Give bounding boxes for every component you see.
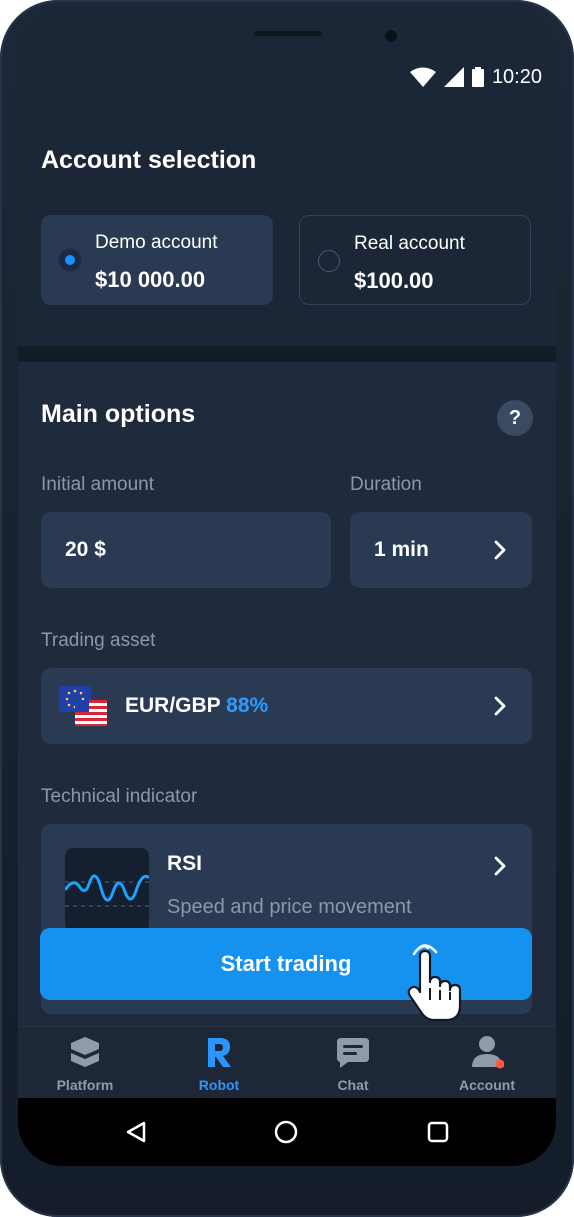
demo-account-card[interactable]: Demo account $10 000.00 <box>41 215 273 305</box>
duration-field[interactable]: 1 min <box>350 512 532 588</box>
wifi-icon <box>409 67 436 87</box>
real-account-label: Real account <box>354 233 465 254</box>
nav-account-label: Account <box>459 1077 515 1093</box>
trading-asset-label: Trading asset <box>41 630 156 651</box>
demo-account-label: Demo account <box>95 232 218 253</box>
rsi-chart-icon <box>65 848 149 932</box>
nav-platform[interactable]: Platform <box>18 1027 152 1099</box>
technical-indicator-label: Technical indicator <box>41 786 198 807</box>
section-divider <box>18 346 556 362</box>
nav-account[interactable]: Account <box>420 1027 554 1099</box>
demo-account-radio[interactable] <box>59 249 81 271</box>
initial-amount-value: 20 $ <box>65 538 106 561</box>
recents-icon[interactable] <box>426 1120 450 1144</box>
real-account-card[interactable]: Real account $100.00 <box>299 215 531 305</box>
nav-platform-label: Platform <box>56 1077 114 1093</box>
account-selection-section: 10:20 Account selection Demo account $10… <box>18 8 556 346</box>
real-account-amount: $100.00 <box>354 268 434 293</box>
help-button[interactable]: ? <box>497 400 533 436</box>
nav-robot-label: Robot <box>198 1077 240 1093</box>
system-navigation-bar <box>18 1098 556 1166</box>
initial-amount-label: Initial amount <box>41 474 155 495</box>
asset-payout: 88% <box>226 694 269 717</box>
indicator-name: RSI <box>167 852 203 875</box>
eur-gbp-flags-icon <box>59 686 107 726</box>
front-camera <box>385 30 397 42</box>
earpiece-speaker <box>254 31 322 36</box>
robot-icon <box>208 1038 231 1067</box>
demo-account-amount: $10 000.00 <box>95 267 206 292</box>
chevron-right-icon <box>494 856 506 876</box>
real-account-radio[interactable] <box>318 250 340 272</box>
chat-icon <box>337 1038 369 1068</box>
home-icon[interactable] <box>274 1120 298 1144</box>
phone-frame: 10:20 Account selection Demo account $10… <box>0 0 574 1217</box>
main-options-title: Main options <box>41 400 196 428</box>
nav-chat-label: Chat <box>337 1077 369 1093</box>
bottom-navigation: Platform Robot Chat Account <box>18 1026 556 1099</box>
platform-icon <box>71 1037 99 1067</box>
nav-chat[interactable]: Chat <box>286 1027 420 1099</box>
clock: 10:20 <box>491 65 542 88</box>
initial-amount-field[interactable]: 20 $ <box>41 512 331 588</box>
asset-pair: EUR/GBP <box>125 694 221 717</box>
trading-asset-field[interactable]: EUR/GBP 88% <box>41 668 532 744</box>
chevron-right-icon <box>494 696 506 716</box>
duration-value: 1 min <box>374 538 429 561</box>
screen: 10:20 Account selection Demo account $10… <box>18 8 556 1166</box>
duration-label: Duration <box>350 474 422 495</box>
chevron-right-icon <box>494 540 506 560</box>
battery-icon <box>471 67 484 87</box>
status-bar: 10:20 <box>409 64 542 90</box>
pointer-hand-icon <box>407 944 462 1022</box>
nav-robot[interactable]: Robot <box>152 1027 286 1099</box>
account-selection-title: Account selection <box>41 146 257 174</box>
account-icon <box>472 1036 504 1069</box>
back-icon[interactable] <box>124 1120 148 1144</box>
trading-asset-value: EUR/GBP 88% <box>125 694 268 718</box>
signal-icon <box>443 67 464 87</box>
